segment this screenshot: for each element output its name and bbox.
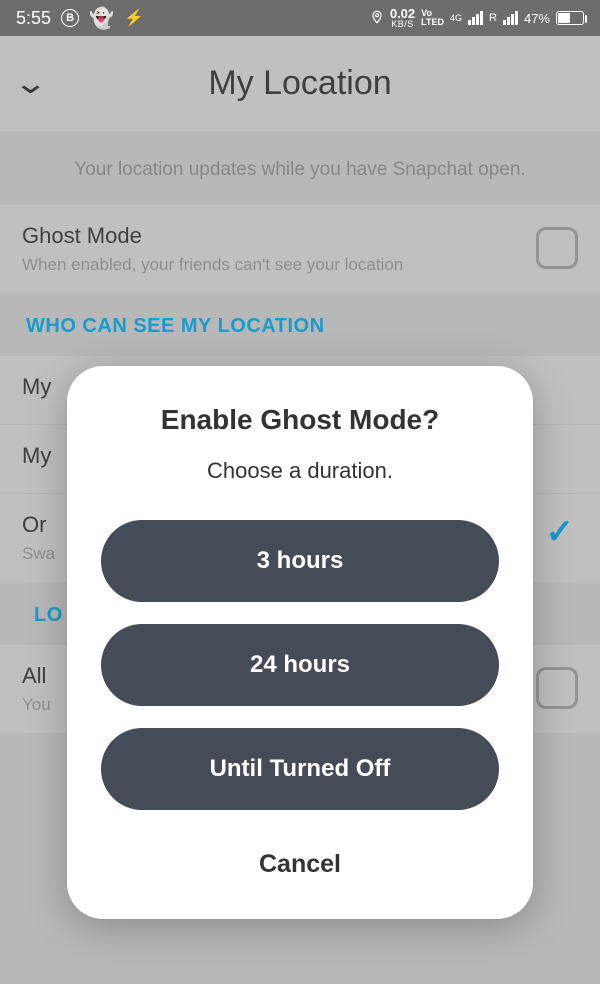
battery-percent: 47% xyxy=(524,11,550,26)
signal-icon-2 xyxy=(503,11,518,25)
location-icon xyxy=(370,10,384,27)
4g-label: 4G xyxy=(450,13,462,23)
data-speed: 0.02 KB/S xyxy=(390,8,415,28)
modal-subtitle: Choose a duration. xyxy=(101,458,499,484)
modal-title: Enable Ghost Mode? xyxy=(101,404,499,436)
signal-icon-1 xyxy=(468,11,483,25)
option-until-off-button[interactable]: Until Turned Off xyxy=(101,728,499,810)
option-24-hours-button[interactable]: 24 hours xyxy=(101,624,499,706)
status-bar: 5:55 B 👻 ⚡ 0.02 KB/S Vo LTED 4G R 47% xyxy=(0,0,600,36)
volte-icon: Vo LTED xyxy=(421,9,444,27)
status-time: 5:55 xyxy=(16,8,51,29)
snapchat-icon: 👻 xyxy=(89,6,114,31)
ghost-mode-modal: Enable Ghost Mode? Choose a duration. 3 … xyxy=(67,366,533,919)
option-3-hours-button[interactable]: 3 hours xyxy=(101,520,499,602)
battery-icon xyxy=(556,11,584,25)
bolt-icon: ⚡ xyxy=(124,8,144,28)
cancel-button[interactable]: Cancel xyxy=(101,832,499,899)
r-label: R xyxy=(489,12,497,24)
b-icon: B xyxy=(61,9,79,27)
